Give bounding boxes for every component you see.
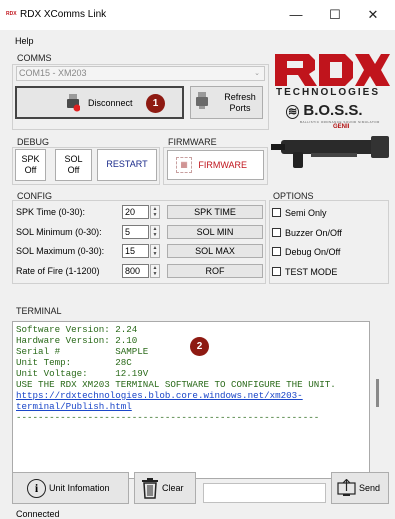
- com-port-select[interactable]: COM15 - XM203 ⌄: [16, 66, 265, 81]
- spk-time-input[interactable]: 20: [122, 205, 149, 219]
- logo-boss-text: ≋ B.O.S.S.: [286, 102, 363, 119]
- sol-max-button[interactable]: SOL MAX: [167, 244, 263, 258]
- upload-icon: [337, 479, 356, 496]
- semi-only-checkbox[interactable]: Semi Only: [272, 208, 327, 218]
- chip-icon: ▦: [176, 157, 192, 173]
- spk-time-button[interactable]: SPK TIME: [167, 205, 263, 219]
- window-title: RDX XComms Link: [20, 9, 107, 20]
- refresh-ports-label: Refresh Ports: [224, 92, 256, 113]
- usb-plug-icon: [67, 94, 80, 112]
- sol-max-input[interactable]: 15: [122, 244, 149, 258]
- rof-button[interactable]: ROF: [167, 264, 263, 278]
- scrollbar-thumb[interactable]: [376, 379, 379, 407]
- test-mode-checkbox[interactable]: TEST MODE: [272, 267, 337, 277]
- restart-button[interactable]: RESTART: [97, 149, 157, 181]
- debug-checkbox[interactable]: Debug On/Off: [272, 247, 340, 257]
- terminal-line: USE THE RDX XM203 TERMINAL SOFTWARE TO C…: [16, 379, 336, 390]
- status-bar-text: Connected: [16, 509, 60, 519]
- app-icon: RDX: [6, 11, 17, 17]
- maximize-button[interactable]: ☐: [320, 4, 350, 26]
- close-button[interactable]: ✕: [358, 4, 388, 26]
- terminal-line: Unit Temp: 28C: [16, 357, 132, 368]
- rof-label: Rate of Fire (1-1200): [16, 266, 100, 276]
- usb-plug-icon: [196, 92, 208, 109]
- terminal-line: Unit Voltage: 12.19V: [16, 368, 149, 379]
- disconnect-label: Disconnect: [88, 98, 133, 108]
- callout-badge-1: 1: [146, 94, 165, 113]
- terminal-section-label: TERMINAL: [16, 306, 62, 316]
- terminal-line: Hardware Version: 2.10: [16, 335, 138, 346]
- publish-link[interactable]: https://rdxtechnologies.blob.core.window…: [16, 390, 303, 401]
- terminal-line: Software Version: 2.24: [16, 324, 138, 335]
- rof-spinner[interactable]: ▲ ▼: [150, 264, 160, 278]
- rof-input[interactable]: 800: [122, 264, 149, 278]
- spk-time-spinner[interactable]: ▲ ▼: [150, 205, 160, 219]
- callout-badge-2: 2: [190, 337, 209, 356]
- firmware-section-label: FIRMWARE: [168, 137, 217, 147]
- sol-max-label: SOL Maximum (0-30):: [16, 246, 105, 256]
- send-label: Send: [359, 483, 381, 493]
- comms-section-label: COMMS: [17, 53, 52, 63]
- clear-label: Clear: [162, 483, 184, 493]
- info-icon: i: [27, 479, 46, 498]
- debug-section-label: DEBUG: [17, 137, 50, 147]
- unit-information-label: Unit Infomation: [49, 483, 110, 493]
- sol-min-input[interactable]: 5: [122, 225, 149, 239]
- logo-gen-text: GENII: [333, 124, 350, 130]
- trash-icon: [142, 478, 158, 499]
- sol-toggle-button[interactable]: SOL Off: [55, 149, 92, 181]
- grenade-launcher-image: [271, 136, 389, 168]
- terminal-separator: ----------------------------------------…: [16, 412, 320, 423]
- sol-min-spinner[interactable]: ▲ ▼: [150, 225, 160, 239]
- menu-help[interactable]: Help: [15, 36, 34, 46]
- clear-button[interactable]: Clear: [134, 472, 196, 504]
- spk-time-label: SPK Time (0-30):: [16, 207, 86, 217]
- sol-min-button[interactable]: SOL MIN: [167, 225, 263, 239]
- spk-toggle-button[interactable]: SPK Off: [15, 149, 46, 181]
- unit-information-button[interactable]: i Unit Infomation: [12, 472, 129, 504]
- terminal-line: Serial # SAMPLE: [16, 346, 149, 357]
- sol-min-label: SOL Minimum (0-30):: [16, 227, 102, 237]
- sound-wave-icon: ≋: [286, 105, 300, 119]
- minimize-button[interactable]: —: [281, 4, 311, 26]
- checkbox-icon[interactable]: [272, 228, 281, 237]
- checkbox-icon[interactable]: [272, 247, 281, 256]
- checkbox-icon[interactable]: [272, 208, 281, 217]
- checkbox-icon[interactable]: [272, 267, 281, 276]
- send-input[interactable]: [203, 483, 326, 503]
- logo-technologies-text: TECHNOLOGIES: [276, 87, 381, 98]
- sol-max-spinner[interactable]: ▲ ▼: [150, 244, 160, 258]
- send-button[interactable]: Send: [331, 472, 389, 504]
- rdx-logo: [275, 54, 390, 86]
- chevron-down-icon: ⌄: [254, 70, 260, 77]
- com-port-value: COM15 - XM203: [19, 68, 87, 78]
- buzzer-checkbox[interactable]: Buzzer On/Off: [272, 228, 342, 238]
- publish-link-cont[interactable]: terminal/Publish.html: [16, 401, 132, 412]
